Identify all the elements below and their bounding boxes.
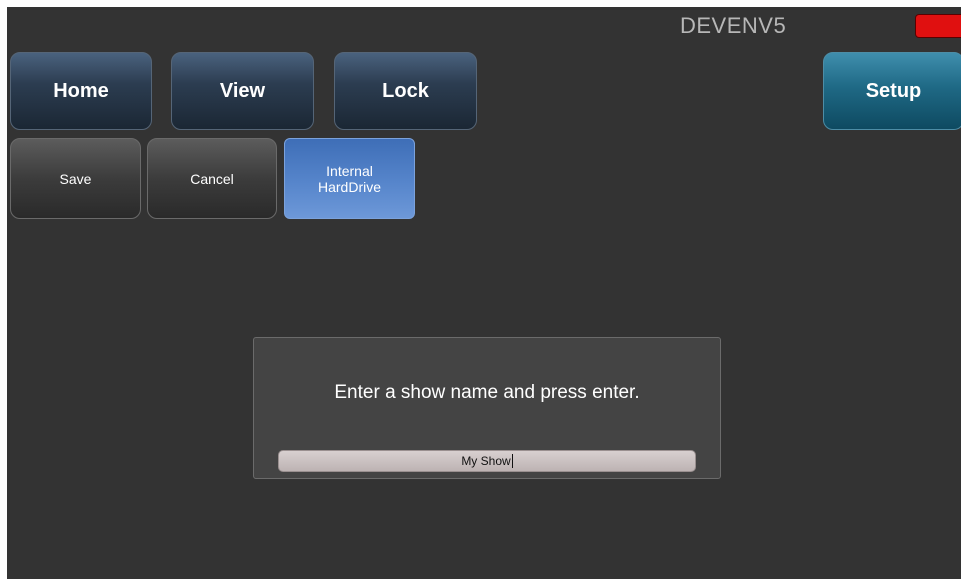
show-name-dialog: Enter a show name and press enter. My Sh… [253, 337, 721, 479]
status-indicator [915, 14, 961, 38]
save-button-label: Save [59, 170, 92, 187]
setup-button[interactable]: Setup [823, 52, 961, 130]
cancel-button-label: Cancel [190, 170, 234, 187]
app-window: DEVENV5 Home View Lock Setup Save Cancel… [7, 7, 961, 579]
save-button[interactable]: Save [10, 138, 141, 219]
lock-button-label: Lock [382, 79, 429, 102]
home-button[interactable]: Home [10, 52, 152, 130]
home-button-label: Home [53, 79, 109, 102]
cancel-button[interactable]: Cancel [147, 138, 277, 219]
device-name: DEVENV5 [680, 13, 787, 38]
view-button-label: View [219, 79, 266, 102]
show-name-input[interactable]: My Show [278, 450, 696, 472]
text-caret [511, 454, 513, 468]
lock-button[interactable]: Lock [334, 52, 477, 130]
dialog-message: Enter a show name and press enter. [334, 382, 640, 403]
setup-button-label: Setup [865, 79, 922, 102]
view-button[interactable]: View [171, 52, 314, 130]
internal-harddrive-button[interactable]: Internal HardDrive [284, 138, 415, 219]
show-name-input-value: My Show [461, 454, 511, 468]
internal-harddrive-label: Internal HardDrive [317, 162, 381, 195]
